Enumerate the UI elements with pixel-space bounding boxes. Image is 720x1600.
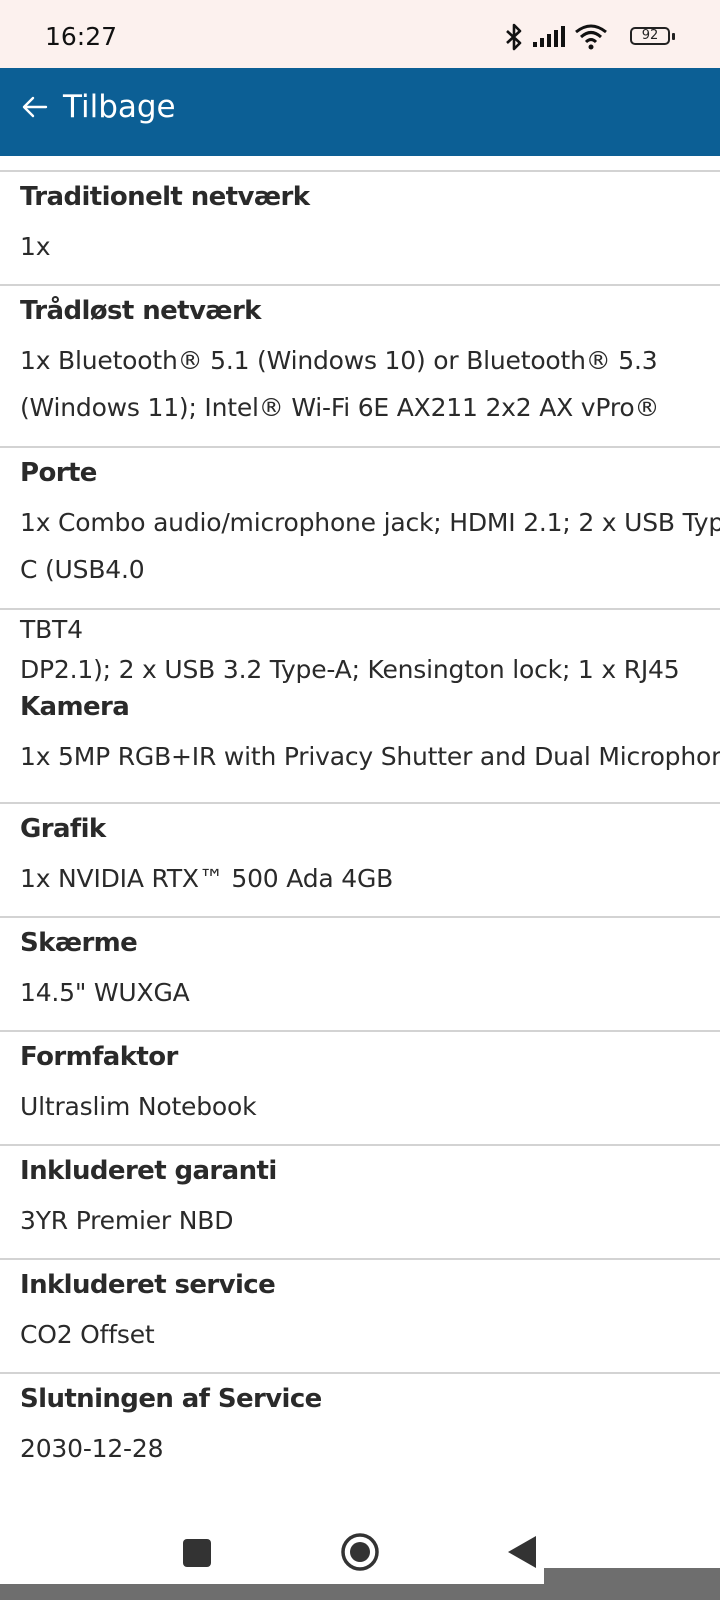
divider [0,608,720,610]
battery-icon: 92 [630,27,670,45]
spec-value: 1x Bluetooth® 5.1 (Windows 10) or Blueto… [20,346,658,375]
spec-value: 3YR Premier NBD [20,1206,234,1235]
divider [0,446,720,448]
back-triangle-icon[interactable] [506,1534,538,1570]
spec-value: (Windows 11); Intel® Wi-Fi 6E AX211 2x2 … [20,393,660,422]
home-icon[interactable] [340,1532,380,1572]
divider [0,284,720,286]
app-bar: Tilbage [0,68,720,156]
gesture-bar-segment [544,1568,720,1584]
spec-value: Ultraslim Notebook [20,1092,257,1121]
spec-label: Kamera [20,692,130,722]
spec-value: TBT4 [20,615,83,644]
spec-label: Traditionelt netværk [20,182,310,212]
spec-label: Trådløst netværk [20,296,261,326]
spec-label: Slutningen af Service [20,1384,322,1414]
spec-value: 1x 5MP RGB+IR with Privacy Shutter and D… [20,742,720,771]
divider [0,802,720,804]
spec-value: 1x NVIDIA RTX™ 500 Ada 4GB [20,864,394,893]
spec-label: Porte [20,458,97,488]
spec-label: Skærme [20,928,138,958]
signal-icon [533,26,565,47]
spec-value: 1x [20,232,51,261]
wifi-icon [575,24,607,50]
spec-list: Traditionelt netværk 1x Trådløst netværk… [0,156,720,1516]
status-bar: 16:27 92 [0,0,720,68]
divider [0,1030,720,1032]
spec-value: C (USB4.0 [20,555,145,584]
spec-label: Inkluderet service [20,1270,276,1300]
bluetooth-icon [506,23,522,51]
divider [0,916,720,918]
spec-value: 14.5" WUXGA [20,978,190,1007]
spec-value: DP2.1); 2 x USB 3.2 Type-A; Kensington l… [20,655,680,684]
spec-value: 2030-12-28 [20,1434,164,1463]
gesture-bar [0,1584,720,1600]
divider [0,1372,720,1374]
divider [0,170,720,172]
spec-value: 1x Combo audio/microphone jack; HDMI 2.1… [20,508,720,537]
back-button-label[interactable]: Tilbage [63,89,176,125]
spec-value: CO2 Offset [20,1320,155,1349]
status-time: 16:27 [45,22,118,51]
spec-label: Grafik [20,814,106,844]
spec-label: Formfaktor [20,1042,178,1072]
arrow-left-icon[interactable] [20,92,50,122]
spec-label: Inkluderet garanti [20,1156,277,1186]
divider [0,1258,720,1260]
recent-apps-icon[interactable] [182,1538,212,1568]
divider [0,1144,720,1146]
battery-tip [672,33,675,40]
